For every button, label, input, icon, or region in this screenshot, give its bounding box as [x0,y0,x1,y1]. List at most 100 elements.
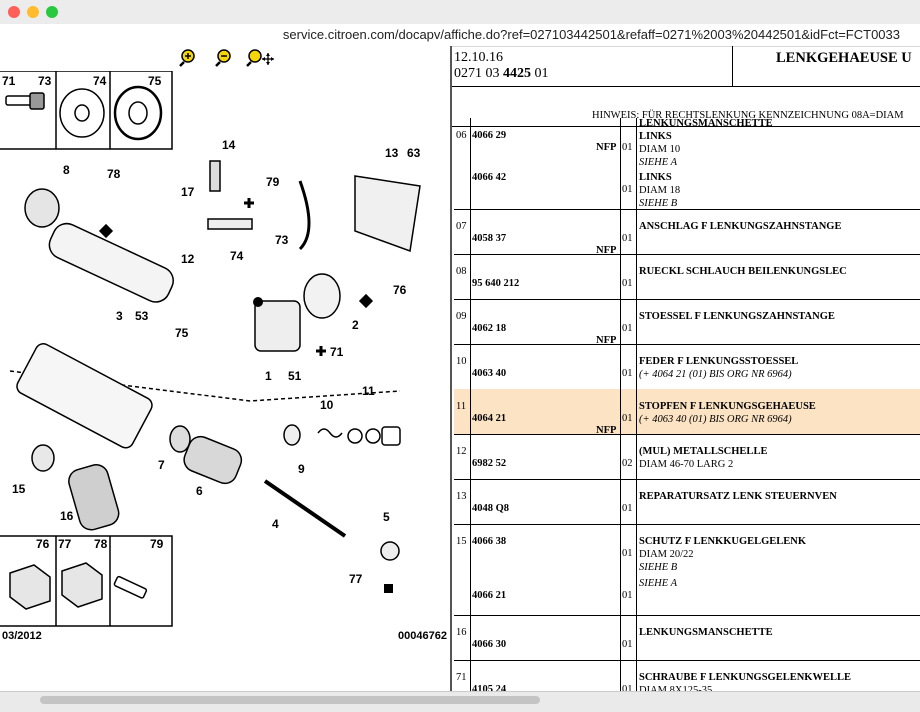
svg-text:16: 16 [60,509,74,523]
svg-text:73: 73 [38,74,52,88]
parts-row[interactable]: 16 4066 30 01 LENKUNGSMANSCHETTE [454,615,920,661]
scrollbar-thumb[interactable] [40,696,540,704]
diagram-date: 03/2012 [2,630,42,642]
steering-rack-illustration [9,160,421,561]
part-number: 4066 30 [472,639,507,650]
svg-text:10: 10 [320,398,334,412]
quantity: 01 [622,548,633,559]
svg-text:6: 6 [196,484,203,498]
svg-text:17: 17 [181,185,195,199]
quantity: 01 [622,278,633,289]
parts-row[interactable]: 08 95 640 212 01 RUECKL SCHLAUCH BEILENKUNG… [454,254,920,300]
description-line: LINKS [639,172,672,183]
quantity: 01 [622,684,633,691]
minimize-window-button[interactable] [27,6,39,18]
diagram-ref: 00046762 [398,630,447,642]
description-line: RUECKL SCHLAUCH BEILENKUNGSLEC [639,266,847,277]
svg-text:7: 7 [158,458,165,472]
svg-text:63: 63 [407,146,421,160]
row-number: 13 [456,491,467,502]
fastener-inset-top [0,71,173,150]
description-line: STOPFEN F LENKUNGSGEHAEUSE [639,401,816,412]
description-line: LENKUNGSMANSCHETTE [639,627,773,638]
row-number: 71 [456,672,467,683]
zoom-in-icon[interactable] [178,48,200,68]
svg-text:8: 8 [63,163,70,177]
description-line: SIEHE B [639,562,678,573]
part-number: 4048 Q8 [472,503,510,514]
parts-row[interactable]: 06 4066 29 NFP 01 LENKUNGSMANSCHETTE LINKS DIA… [454,118,920,210]
header-date: 12.10.16 [454,50,503,65]
part-number: 4066 21 [472,590,507,601]
part-number: 6982 52 [472,458,507,469]
part-number: 4063 40 [472,368,507,379]
row-number: 11 [456,401,467,412]
svg-text:71: 71 [2,74,16,88]
header-ref: 0271 03 4425 01 [454,66,549,81]
svg-text:73: 73 [275,233,289,247]
svg-text:11: 11 [362,384,375,398]
quantity: 01 [622,590,633,601]
svg-text:71: 71 [330,345,344,359]
horizontal-scrollbar[interactable] [0,691,920,712]
description-line: LINKS [639,131,672,142]
description-line: SCHRAUBE F LENKUNGSGELENKWELLE [639,672,851,683]
svg-text:76: 76 [36,537,50,551]
parts-row[interactable]: 07 4058 37 NFP 01 ANSCHLAG F LENKUNGSZAHNSTA… [454,209,920,256]
parts-row[interactable]: 12 6982 52 02 (MUL) METALLSCHELLE DIAM 46-70… [454,434,920,480]
diagram-toolbar [178,48,288,68]
svg-text:2: 2 [352,318,359,332]
move-icon[interactable] [246,48,276,68]
description-line: STOESSEL F LENKUNGSZAHNSTANGE [639,311,835,322]
parts-list-pane[interactable]: 12.10.16 0271 03 4425 01 LENKGEHAEUSE U … [452,46,920,691]
svg-text:78: 78 [94,537,108,551]
url-text[interactable]: service.citroen.com/docapv/affiche.do?re… [283,27,900,42]
window-titlebar [0,0,920,25]
quantity: 01 [622,368,633,379]
part-number: 4105 24 [472,684,507,691]
svg-text:3: 3 [116,309,123,323]
description-line: SIEHE A [639,578,678,589]
svg-text:78: 78 [107,167,121,181]
zoom-window-button[interactable] [46,6,58,18]
description-line: ANSCHLAG F LENKUNGSZAHNSTANGE [639,221,842,232]
parts-row[interactable]: 11 4064 21 NFP 01 STOPFEN F LENKUNGSGEHAEUSE… [454,389,920,436]
description-line: (MUL) METALLSCHELLE [639,446,768,457]
zoom-out-icon[interactable] [214,48,236,68]
svg-text:4: 4 [272,517,279,531]
svg-text:75: 75 [148,74,162,88]
callout-labels: 71 73 74 75 8 7814 177913 63 12737476 3 53752 … [2,74,421,586]
diagram-pane[interactable]: 71 73 74 75 8 78 14 17 79 13 63 12 73 74 76 3 53 75 2 … [0,46,450,691]
svg-text:12: 12 [181,252,195,266]
parts-header: 12.10.16 0271 03 4425 01 LENKGEHAEUSE U [452,46,920,87]
part-number: 4062 18 [472,323,507,334]
quantity: 01 [622,323,633,334]
part-number: 4066 38 [472,536,507,547]
row-number: 09 [456,311,467,322]
quantity: 01 [622,233,633,244]
part-number: 4064 21 [472,413,507,424]
description-line: REPARATURSATZ LENK STEUERNVEN [639,491,837,502]
description-line: DIAM 18 [639,185,681,196]
svg-text:76: 76 [393,283,407,297]
parts-row[interactable]: 13 4048 Q8 01 REPARATURSATZ LENK STEUERNVEN [454,479,920,525]
quantity: 01 [622,503,633,514]
fastener-inset-bottom [0,535,173,627]
svg-text:74: 74 [93,74,107,88]
quantity: 01 [622,639,633,650]
parts-row[interactable]: 09 4062 18 NFP 01 STOESSEL F LENKUNGSZAHNSTA… [454,299,920,346]
parts-row[interactable]: 10 4063 40 01 FEDER F LENKUNGSSTOESSEL (+ 40… [454,344,920,390]
part-number: 4058 37 [472,233,507,244]
row-number: 10 [456,356,467,367]
svg-text:79: 79 [266,175,280,189]
parts-row[interactable]: 71 4105 24 01 SCHRAUBE F LENKUNGSGELENKWELL… [454,660,920,691]
row-number: 06 [456,130,467,141]
svg-text:79: 79 [150,537,164,551]
svg-text:14: 14 [222,138,236,152]
address-bar[interactable]: service.citroen.com/docapv/affiche.do?re… [0,24,920,47]
close-window-button[interactable] [8,6,20,18]
svg-text:77: 77 [58,537,72,551]
svg-text:51: 51 [288,369,302,383]
parts-row[interactable]: 15 4066 38 01 SCHUTZ F LENKKUGELGELENK DIAM … [454,524,920,616]
svg-text:9: 9 [298,462,305,476]
